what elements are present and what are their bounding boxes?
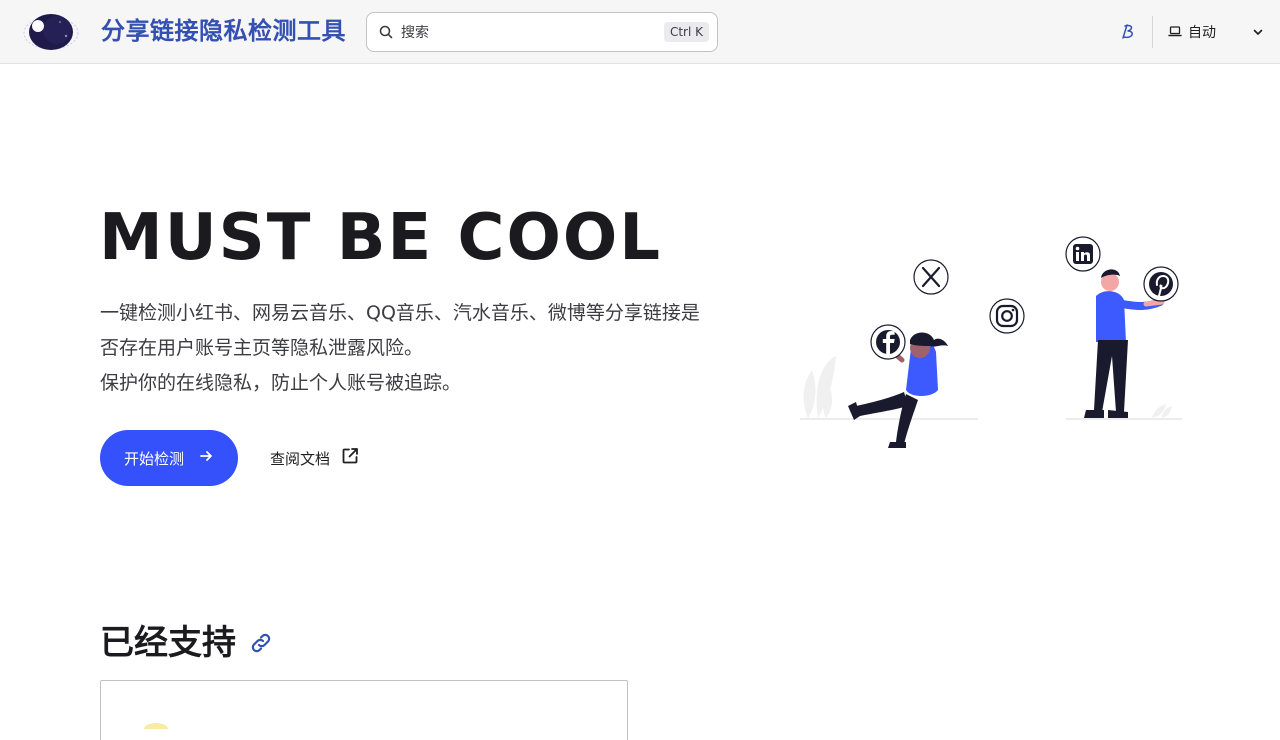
top-nav-bar: 分享链接隐私检测工具 搜索 Ctrl K 自动: [0, 0, 1280, 64]
laptop-icon: [1168, 23, 1182, 42]
pinterest-icon: [1143, 266, 1179, 302]
platform-icon: [144, 723, 168, 729]
search-input[interactable]: 搜索 Ctrl K: [366, 12, 718, 52]
hero-description-line: 否存在用户账号主页等隐私泄露风险。: [100, 337, 424, 359]
external-link-icon: [340, 446, 360, 470]
logo-icon[interactable]: [22, 10, 80, 54]
hero-title: MUST BE COOL: [99, 201, 663, 275]
start-check-button[interactable]: 开始检测: [100, 430, 238, 486]
search-shortcut-hint: Ctrl K: [663, 22, 709, 42]
start-check-label: 开始检测: [123, 450, 184, 468]
linkedin-icon: [1065, 236, 1101, 272]
hero-description-line: 保护你的在线隐私，防止个人账号被追踪。: [100, 372, 462, 394]
nav-divider: [1152, 16, 1153, 48]
supported-section-heading: 已经支持: [100, 620, 274, 666]
search-icon: [379, 24, 395, 40]
docs-link[interactable]: 查阅文档: [270, 443, 360, 473]
facebook-icon: [870, 324, 906, 360]
x-icon: [913, 259, 949, 295]
hero-description: 一键检测小红书、网易云音乐、QQ音乐、汽水音乐、微博等分享链接是 否存在用户账号…: [100, 296, 750, 401]
anchor-link-icon[interactable]: [248, 630, 274, 656]
arrow-right-icon: [198, 448, 214, 468]
supported-platform-card[interactable]: [100, 680, 628, 740]
section-title: 已经支持: [100, 623, 236, 663]
site-title[interactable]: 分享链接隐私检测工具: [101, 15, 346, 47]
theme-switcher[interactable]: 自动: [1168, 20, 1264, 44]
theme-label: 自动: [1188, 25, 1216, 41]
hero-description-line: 一键检测小红书、网易云音乐、QQ音乐、汽水音乐、微博等分享链接是: [100, 302, 700, 324]
instagram-icon: [989, 298, 1025, 334]
chevron-down-icon: [1252, 26, 1264, 38]
brand-b-icon[interactable]: [1118, 22, 1138, 42]
search-placeholder: 搜索: [401, 25, 429, 41]
docs-link-label: 查阅文档: [270, 449, 331, 468]
social-media-illustration: [800, 236, 1182, 448]
